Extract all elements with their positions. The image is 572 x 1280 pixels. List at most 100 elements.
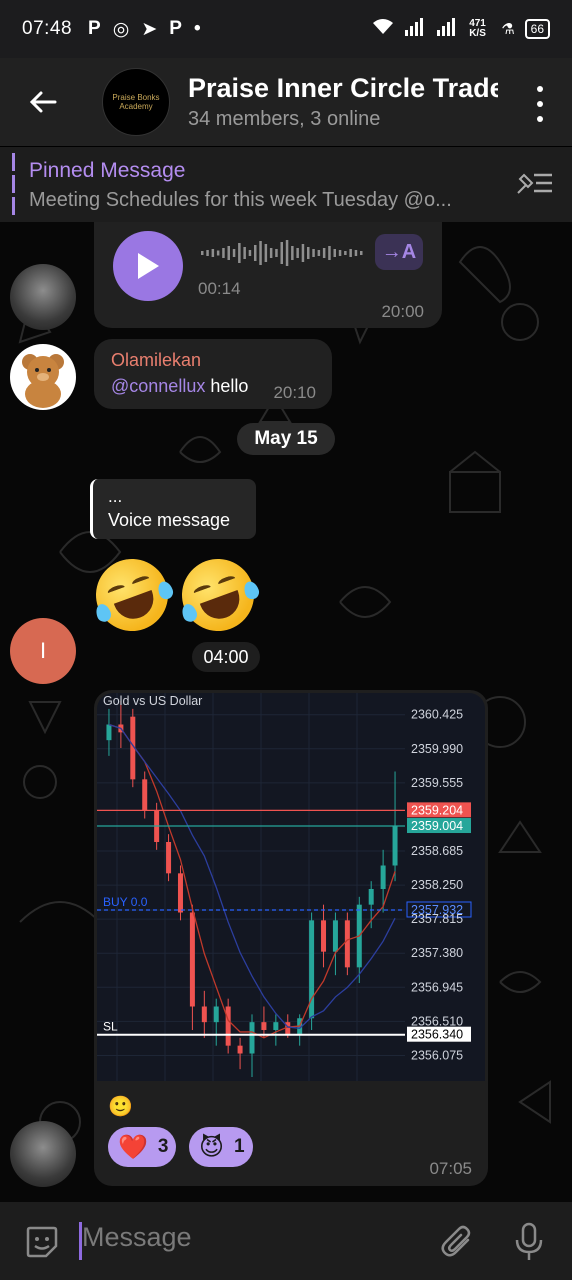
back-button[interactable] bbox=[0, 58, 86, 146]
message-time: 07:05 bbox=[429, 1159, 472, 1178]
mention-link[interactable]: @connellux bbox=[111, 376, 205, 396]
waveform-bar bbox=[333, 249, 336, 257]
waveform-bar bbox=[254, 245, 257, 261]
notification-app-icon: P bbox=[169, 17, 182, 39]
y-tick-label: 2359.990 bbox=[411, 742, 463, 756]
status-right: 471 K/S ⚗ 66 bbox=[371, 18, 550, 40]
status-bar: 07:48 P ◎ ➤ P • 471 K/S ⚗ 66 bbox=[0, 0, 572, 58]
message-input[interactable]: Message bbox=[82, 1222, 192, 1253]
avatar[interactable]: I bbox=[10, 618, 76, 684]
waveform-bar bbox=[280, 242, 283, 264]
telegram-chat-screen: 07:48 P ◎ ➤ P • 471 K/S ⚗ 66 Praise Bonk… bbox=[0, 0, 572, 1280]
waveform-bar bbox=[259, 241, 262, 265]
waveform-bar bbox=[328, 246, 331, 260]
candle-body bbox=[189, 912, 195, 1007]
caption-emoji: 🙂 bbox=[108, 1096, 133, 1118]
y-tick-label: 2357.815 bbox=[411, 912, 463, 926]
waveform-bar bbox=[344, 251, 347, 255]
notification-app-icon: P bbox=[88, 17, 101, 39]
waveform-bar bbox=[264, 244, 268, 262]
waveform-bar bbox=[248, 250, 252, 256]
status-time: 07:48 bbox=[22, 18, 73, 39]
candle-body bbox=[380, 865, 386, 889]
paperclip-icon bbox=[441, 1225, 471, 1257]
battery-icon: 66 bbox=[524, 19, 550, 39]
photo-message-bubble: BUY 0.0 SL 2360.425 2359.990 2359.555 2359.20… bbox=[94, 690, 488, 1186]
group-avatar[interactable]: Praise Bonks Academy bbox=[102, 68, 170, 136]
voice-record-button[interactable] bbox=[514, 1222, 544, 1267]
waveform-bar bbox=[216, 250, 220, 256]
avatar[interactable] bbox=[10, 264, 76, 330]
sticker-icon bbox=[26, 1226, 58, 1258]
waveform-bar bbox=[206, 250, 209, 256]
price-level-label: SL bbox=[103, 1020, 118, 1034]
waveform-bar bbox=[269, 248, 273, 258]
play-button[interactable] bbox=[113, 231, 183, 301]
waveform-bar bbox=[312, 249, 315, 257]
y-tick-label: 2359.004 bbox=[411, 819, 463, 833]
candle-body bbox=[344, 920, 350, 968]
chart-image[interactable]: BUY 0.0 SL 2360.425 2359.990 2359.555 2359.20… bbox=[97, 693, 485, 1081]
waveform-bar bbox=[317, 250, 321, 256]
waveform-bar bbox=[301, 244, 305, 262]
moving-average-line bbox=[108, 723, 396, 1029]
reply-preview[interactable]: ... Voice message bbox=[90, 479, 256, 539]
message-time: 04:00 bbox=[192, 642, 260, 672]
wifi-icon bbox=[371, 18, 395, 40]
message-text: @connellux hello bbox=[111, 376, 248, 397]
message-composer: Message bbox=[0, 1202, 572, 1280]
chart-title: Gold vs US Dollar bbox=[103, 694, 202, 708]
waveform-bar bbox=[201, 251, 204, 255]
date-divider: May 15 bbox=[237, 423, 335, 455]
teddy-bear-avatar bbox=[22, 354, 64, 408]
candle-body bbox=[177, 873, 183, 913]
candle-body bbox=[332, 920, 338, 952]
price-level-label: BUY 0.0 bbox=[103, 895, 148, 909]
rofl-emoji-icon bbox=[85, 548, 179, 642]
rofl-emoji-icon bbox=[171, 548, 265, 642]
y-tick-label: 2360.425 bbox=[411, 708, 463, 722]
lab-icon: ⚗ bbox=[501, 21, 515, 38]
waveform-bar bbox=[211, 249, 215, 257]
message-time: 20:00 bbox=[381, 302, 424, 321]
instagram-icon: ◎ bbox=[112, 18, 130, 40]
candlestick-chart: BUY 0.0 SL 2360.425 2359.990 2359.555 2359.20… bbox=[97, 693, 472, 1081]
candle-body bbox=[249, 1022, 255, 1054]
attach-button[interactable] bbox=[440, 1224, 476, 1265]
sender-name[interactable]: Olamilekan bbox=[111, 350, 201, 371]
candle-body bbox=[321, 920, 327, 952]
reply-text: Voice message bbox=[108, 510, 231, 530]
reaction-heart[interactable]: ❤️ 3 bbox=[108, 1127, 177, 1167]
candle-body bbox=[142, 779, 148, 811]
play-icon bbox=[138, 253, 159, 279]
waveform-bar bbox=[360, 251, 363, 255]
reaction-devil[interactable]: 😈 1 bbox=[189, 1127, 253, 1167]
more-notifications-dot: • bbox=[193, 17, 201, 39]
y-tick-label: 2356.340 bbox=[411, 1028, 463, 1042]
y-tick-label: 2359.555 bbox=[411, 776, 463, 790]
y-tick-label: 2359.204 bbox=[411, 803, 463, 817]
pinned-list-button[interactable] bbox=[514, 169, 554, 202]
emoji-button[interactable] bbox=[24, 1224, 60, 1265]
avatar[interactable] bbox=[10, 1121, 76, 1187]
candle-body bbox=[201, 1006, 207, 1023]
candle-body bbox=[106, 724, 112, 741]
waveform-bar bbox=[354, 250, 358, 256]
waveform-bar bbox=[285, 240, 289, 266]
pinned-message-bar[interactable]: Pinned Message Meeting Schedules for thi… bbox=[0, 146, 572, 222]
microphone-icon bbox=[515, 1222, 543, 1260]
more-options-button[interactable] bbox=[530, 86, 550, 122]
avatar[interactable] bbox=[10, 344, 76, 410]
group-logo: Praise Bonks Academy bbox=[112, 93, 160, 111]
message-time: 20:10 bbox=[273, 383, 316, 402]
candle-body bbox=[213, 1006, 219, 1023]
waveform-bar bbox=[307, 247, 310, 259]
chat-title-block[interactable]: Praise Inner Circle Trade 34 members, 3 … bbox=[188, 73, 498, 131]
voice-message-bubble: →A 00:14 20:00 bbox=[94, 222, 442, 328]
devil-icon: 😈 bbox=[199, 1133, 225, 1161]
transcribe-button[interactable]: →A bbox=[375, 234, 423, 270]
candle-body bbox=[225, 1006, 231, 1046]
voice-duration: 00:14 bbox=[198, 279, 241, 298]
y-tick-label: 2358.685 bbox=[411, 844, 463, 858]
waveform-bar bbox=[238, 243, 241, 263]
